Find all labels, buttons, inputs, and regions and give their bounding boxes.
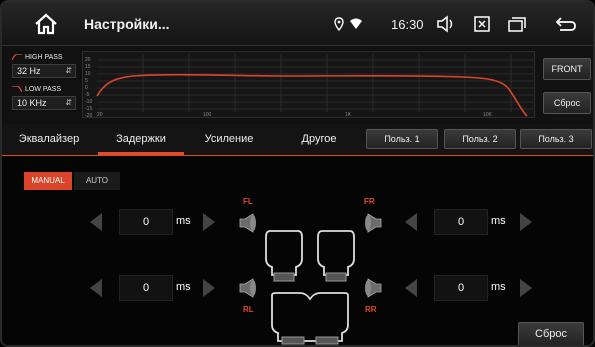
location-icon xyxy=(332,12,346,36)
high-pass-label: HIGH PASS xyxy=(25,53,63,61)
rr-label: RR xyxy=(365,305,377,314)
eq-y-tick-label: -15 xyxy=(85,106,92,112)
high-pass-value: 32 Hz xyxy=(17,66,41,76)
windows-icon[interactable] xyxy=(505,12,529,36)
rl-increase-arrow-icon[interactable] xyxy=(201,278,217,298)
page-title: Настройки... xyxy=(84,16,170,32)
rear-bench-seat-icon xyxy=(271,292,349,345)
fl-decrease-arrow-icon[interactable] xyxy=(88,212,104,232)
low-pass-value: 10 KHz xyxy=(17,98,47,108)
low-pass-label: LOW PASS xyxy=(25,85,62,93)
rl-decrease-arrow-icon[interactable] xyxy=(88,278,104,298)
eq-y-tick-label: 15 xyxy=(85,64,91,70)
rr-decrease-arrow-icon[interactable] xyxy=(403,278,419,298)
low-pass-icon xyxy=(12,86,22,92)
app-window: Настройки... 16:30 HIGH PASS 32 Hz ⇵ LOW… xyxy=(0,0,595,347)
preset-user-3-button[interactable]: Польз. 3 xyxy=(520,129,592,149)
rl-speaker-icon[interactable] xyxy=(237,277,259,299)
eq-reset-button[interactable]: Сброс xyxy=(543,92,591,114)
fr-increase-arrow-icon[interactable] xyxy=(518,212,534,232)
clock: 16:30 xyxy=(391,17,424,32)
low-pass-select[interactable]: 10 KHz ⇵ xyxy=(12,96,76,110)
fl-delay-value: 0 xyxy=(119,209,173,235)
rl-unit: ms xyxy=(176,281,191,293)
front-left-seat-icon xyxy=(265,230,303,282)
delay-panel: MANUAL AUTO 0 ms 0 ms 0 ms 0 ms FL FR RL… xyxy=(2,157,593,345)
tab-delays[interactable]: Задержки xyxy=(98,124,184,155)
mode-auto-button[interactable]: AUTO xyxy=(74,172,120,190)
fl-label: FL xyxy=(243,197,253,206)
tab-gain[interactable]: Усиление xyxy=(192,124,266,155)
tab-other[interactable]: Другое xyxy=(286,124,352,155)
front-right-seat-icon xyxy=(317,230,355,282)
wifi-icon xyxy=(348,12,364,36)
stepper-icon: ⇵ xyxy=(65,66,72,75)
eq-x-tick-label: 20 xyxy=(97,112,103,117)
front-button[interactable]: FRONT xyxy=(543,58,591,80)
fr-delay-value: 0 xyxy=(434,209,488,235)
eq-y-tick-label: -5 xyxy=(85,92,90,98)
rr-delay-value: 0 xyxy=(434,275,488,301)
eq-x-tick-label: 100 xyxy=(203,112,212,117)
close-screen-icon[interactable] xyxy=(470,12,494,36)
tab-equalizer[interactable]: Эквалайзер xyxy=(10,124,88,155)
eq-x-tick-label: 1K xyxy=(345,112,352,117)
eq-y-tick-label: 20 xyxy=(85,57,91,63)
high-pass-filter: HIGH PASS 32 Hz ⇵ xyxy=(12,52,76,78)
eq-y-tick-label: 5 xyxy=(85,78,88,84)
fl-speaker-icon[interactable] xyxy=(237,212,259,234)
preset-user-2-button[interactable]: Польз. 2 xyxy=(444,129,516,149)
preset-user-1-button[interactable]: Польз. 1 xyxy=(366,129,438,149)
fr-speaker-icon[interactable] xyxy=(362,212,384,234)
tab-bar: Эквалайзер Задержки Усиление Другое Поль… xyxy=(2,124,593,156)
fr-unit: ms xyxy=(491,215,506,227)
high-pass-select[interactable]: 32 Hz ⇵ xyxy=(12,64,76,78)
volume-icon[interactable] xyxy=(434,12,458,36)
eq-panel: HIGH PASS 32 Hz ⇵ LOW PASS 10 KHz ⇵ 20 1… xyxy=(2,46,593,124)
eq-y-tick-label: -10 xyxy=(85,99,92,105)
rr-unit: ms xyxy=(491,281,506,293)
eq-curve-graph[interactable]: 20 15 10 5 0 -5 -10 -15 -20 20 100 1K 10K xyxy=(82,51,535,119)
header-bar: Настройки... 16:30 xyxy=(2,2,593,46)
home-icon[interactable] xyxy=(34,12,58,36)
eq-y-tick-label: -20 xyxy=(85,113,92,117)
fr-decrease-arrow-icon[interactable] xyxy=(403,212,419,232)
mode-manual-button[interactable]: MANUAL xyxy=(24,172,72,190)
fr-label: FR xyxy=(364,197,375,206)
eq-y-tick-label: 0 xyxy=(85,85,88,91)
low-pass-filter: LOW PASS 10 KHz ⇵ xyxy=(12,84,76,110)
eq-y-tick-label: 10 xyxy=(85,71,91,77)
rl-label: RL xyxy=(243,305,254,314)
fl-increase-arrow-icon[interactable] xyxy=(201,212,217,232)
delay-reset-button[interactable]: Сброс xyxy=(518,322,584,345)
high-pass-icon xyxy=(12,54,22,60)
back-icon[interactable] xyxy=(554,12,578,36)
eq-x-tick-label: 10K xyxy=(483,112,493,117)
stepper-icon: ⇵ xyxy=(65,98,72,107)
rl-delay-value: 0 xyxy=(119,275,173,301)
fl-unit: ms xyxy=(176,215,191,227)
rr-speaker-icon[interactable] xyxy=(362,277,384,299)
rr-increase-arrow-icon[interactable] xyxy=(518,278,534,298)
